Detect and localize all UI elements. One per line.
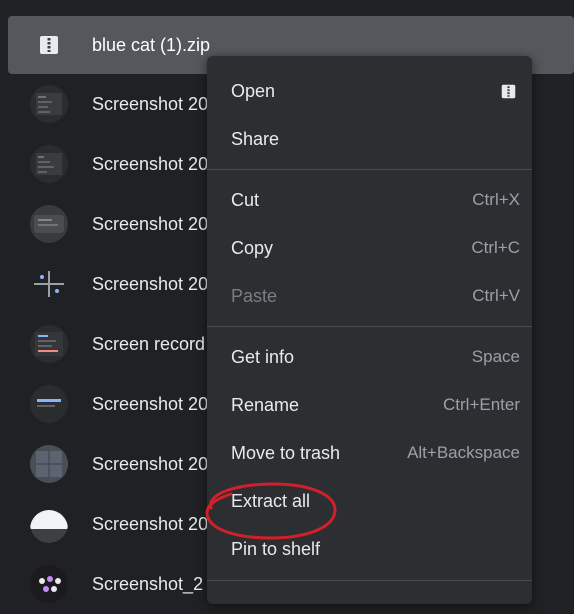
file-name: Screenshot 20 — [92, 153, 209, 174]
menu-item-move-to-trash[interactable]: Move to trash Alt+Backspace — [207, 429, 532, 477]
image-thumbnail — [30, 445, 68, 483]
menu-item-label: Extract all — [231, 490, 311, 511]
menu-item-shortcut: Ctrl+C — [471, 238, 520, 257]
menu-item-rename[interactable]: Rename Ctrl+Enter — [207, 381, 532, 429]
context-menu: Open Share Cut Ctrl+X Copy Ctrl+C Paste … — [207, 56, 532, 604]
menu-separator — [207, 169, 532, 170]
menu-item-label: Share — [231, 128, 280, 149]
menu-item-copy[interactable]: Copy Ctrl+C — [207, 224, 532, 272]
zip-icon — [30, 26, 68, 64]
menu-separator — [207, 326, 532, 327]
menu-item-label: Move to trash — [231, 442, 341, 463]
file-name: Screenshot 20 — [92, 453, 209, 474]
file-name: Screenshot 20 — [92, 273, 209, 294]
menu-item-share[interactable]: Share — [207, 115, 532, 163]
file-name: Screenshot 20 — [92, 393, 209, 414]
menu-separator — [207, 580, 532, 581]
image-thumbnail — [30, 265, 68, 303]
zip-icon — [501, 84, 516, 99]
file-name: Screenshot 20 — [92, 213, 209, 234]
menu-item-label: Copy — [231, 237, 274, 258]
menu-item-label: Rename — [231, 394, 300, 415]
menu-item-get-info[interactable]: Get info Space — [207, 333, 532, 381]
file-name: Screen record — [92, 333, 206, 354]
image-thumbnail — [30, 85, 68, 123]
file-name: Screenshot_2 — [92, 573, 204, 594]
menu-item-shortcut: Alt+Backspace — [407, 443, 520, 462]
file-name: blue cat (1).zip — [92, 34, 211, 55]
menu-item-cut[interactable]: Cut Ctrl+X — [207, 176, 532, 224]
menu-item-shortcut: Space — [471, 347, 520, 366]
file-name: Screenshot 20 — [92, 93, 209, 114]
menu-item-shortcut: Ctrl+V — [472, 286, 520, 305]
menu-item-label: Cut — [231, 189, 260, 210]
menu-item-label: Open — [231, 80, 276, 101]
image-thumbnail — [30, 205, 68, 243]
menu-item-open[interactable]: Open — [207, 67, 532, 115]
menu-item-paste: Paste Ctrl+V — [207, 272, 532, 320]
file-name: Screenshot 20 — [92, 513, 209, 534]
image-thumbnail — [30, 145, 68, 183]
menu-item-pin-to-shelf[interactable]: Pin to shelf — [207, 525, 532, 573]
image-thumbnail — [30, 385, 68, 423]
video-thumbnail — [30, 325, 68, 363]
image-thumbnail — [30, 565, 68, 603]
menu-item-extract-all[interactable]: Extract all — [207, 477, 532, 525]
menu-item-shortcut: Ctrl+Enter — [443, 395, 520, 414]
menu-item-shortcut: Ctrl+X — [472, 190, 520, 209]
menu-item-label: Get info — [231, 346, 295, 367]
menu-item-label: Pin to shelf — [231, 538, 321, 559]
image-thumbnail — [30, 505, 68, 543]
menu-item-label: Paste — [231, 285, 278, 306]
